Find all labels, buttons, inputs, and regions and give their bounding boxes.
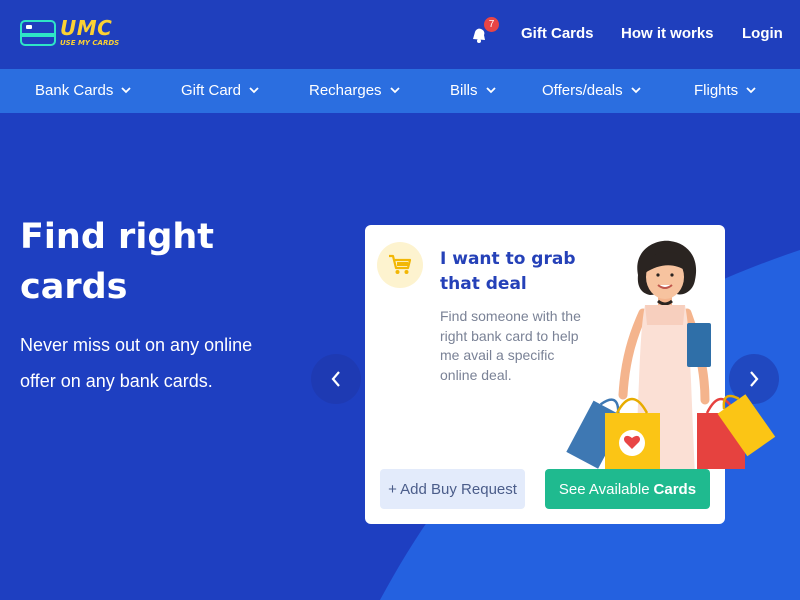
nav-item-label: Flights [694,82,739,99]
see-available-cards-button[interactable]: See Available Cards [545,469,710,509]
chevron-down-icon [630,87,641,94]
cart-icon [389,254,412,274]
chevron-down-icon [121,87,132,94]
card-logo-icon [20,20,56,46]
nav-item-flights[interactable]: Flights [694,82,756,99]
shopping-woman-illustration [566,240,776,475]
chevron-down-icon [249,87,259,94]
nav-item-label: Bills [450,82,478,99]
deal-card: I want to grab that deal Find someone wi… [365,225,776,524]
logo-text: UMC [60,16,113,40]
how-it-works-link[interactable]: How it works [621,25,714,42]
notification-badge: 7 [484,17,499,32]
nav-item-bank-cards[interactable]: Bank Cards [35,82,132,99]
nav-item-label: Gift Card [181,82,242,99]
add-buy-request-button[interactable]: + Add Buy Request [380,469,525,509]
hero-subtitle: Never miss out on any online offer on an… [20,335,253,391]
nav-item-label: Bank Cards [35,82,114,99]
main-nav: Bank Cards Gift Card Recharges Bills Off… [0,69,800,113]
chevron-left-icon [331,371,340,387]
top-header: UMC USE MY CARDS 7 Gift Cards How it wor… [0,0,800,69]
chevron-down-icon [746,87,756,94]
nav-item-label: Recharges [309,82,382,99]
nav-item-offers-deals[interactable]: Offers/deals [542,82,641,99]
hero-title: Find right cards [20,212,280,312]
chevron-down-icon [389,87,400,94]
nav-item-gift-card[interactable]: Gift Card [181,82,259,99]
logo[interactable]: UMC USE MY CARDS [20,18,122,52]
cart-badge [377,242,423,288]
see-button-bold: Cards [653,480,697,498]
chevron-down-icon [485,87,496,94]
nav-item-bills[interactable]: Bills [450,82,496,99]
logo-subtext: USE MY CARDS [60,39,120,47]
hero-title-line: cards [20,267,128,307]
carousel-prev-button[interactable] [311,354,361,404]
see-button-prefix: See Available [558,480,650,498]
nav-item-label: Offers/deals [542,82,623,99]
gift-cards-link[interactable]: Gift Cards [521,25,594,42]
login-link[interactable]: Login [742,25,783,42]
nav-item-recharges[interactable]: Recharges [309,82,400,99]
hero-title-line: Find right [20,217,215,257]
